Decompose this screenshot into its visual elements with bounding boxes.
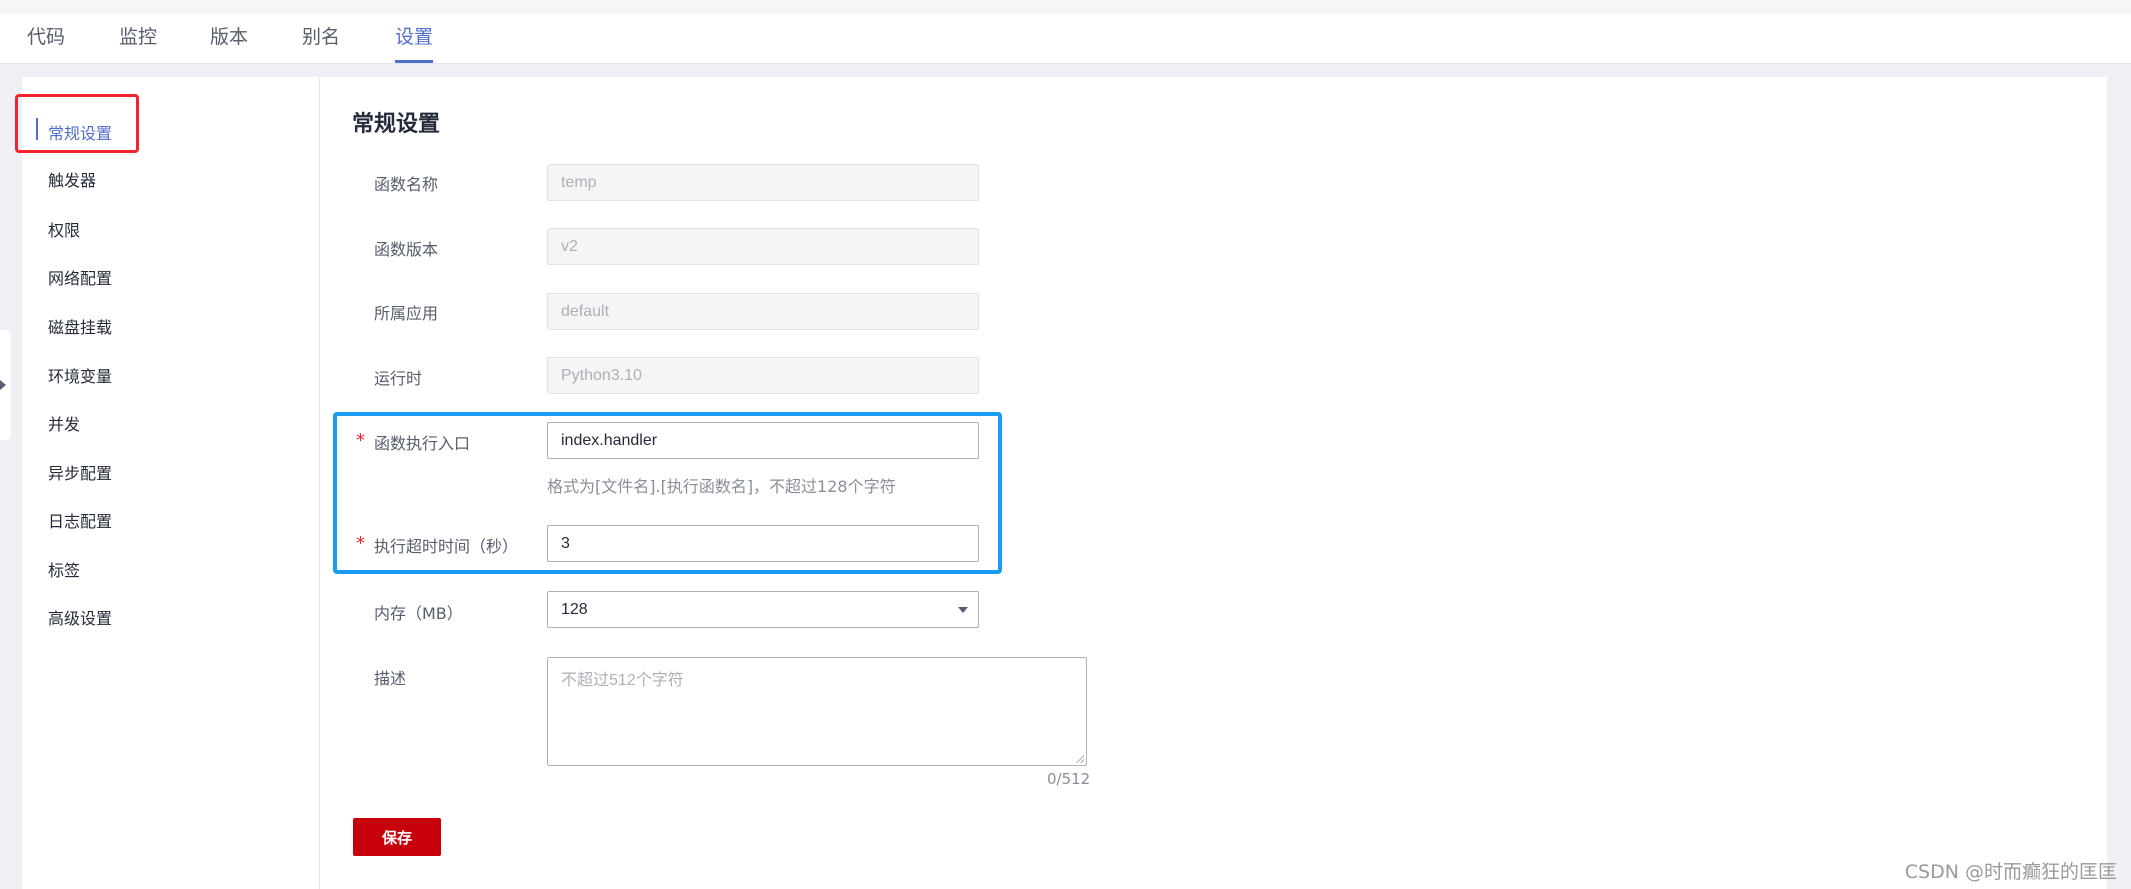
description-textarea[interactable]: 不超过512个字符 <box>547 657 1087 766</box>
resize-grip-icon[interactable] <box>1076 755 1084 763</box>
sidebar-item-permissions[interactable]: 权限 <box>48 217 80 241</box>
sidebar-item-tags[interactable]: 标签 <box>48 557 80 581</box>
sidebar-item-logging[interactable]: 日志配置 <box>48 508 112 532</box>
handler-timeout-highlight <box>333 412 1002 574</box>
runtime-label: 运行时 <box>374 369 423 388</box>
description-placeholder: 不超过512个字符 <box>561 672 684 689</box>
sidebar-item-triggers[interactable]: 触发器 <box>48 167 96 191</box>
memory-value: 128 <box>561 601 588 618</box>
sidebar-item-concurrency[interactable]: 并发 <box>48 411 80 435</box>
top-strip <box>0 0 2131 14</box>
sidebar-collapse-handle[interactable] <box>0 330 11 440</box>
sidebar-item-network[interactable]: 网络配置 <box>48 265 112 289</box>
description-char-counter: 0/512 <box>1047 770 1091 788</box>
sidebar-item-async[interactable]: 异步配置 <box>48 460 112 484</box>
function-name-label: 函数名称 <box>374 175 439 194</box>
save-button[interactable]: 保存 <box>353 818 441 856</box>
sidebar-item-advanced[interactable]: 高级设置 <box>48 605 112 629</box>
function-version-label: 函数版本 <box>374 240 439 259</box>
caret-down-icon <box>958 607 968 613</box>
tab-bar: 代码 监控 版本 别名 设置 <box>0 14 2131 64</box>
tab-version[interactable]: 版本 <box>210 22 248 63</box>
memory-select[interactable]: 128 <box>547 591 979 628</box>
runtime-input[interactable]: Python3.10 <box>547 357 979 394</box>
sidebar-item-env-vars[interactable]: 环境变量 <box>48 363 112 387</box>
application-label: 所属应用 <box>374 304 439 323</box>
memory-label: 内存（MB） <box>374 604 463 623</box>
sidebar-item-disk-mount[interactable]: 磁盘挂载 <box>48 314 112 338</box>
function-name-input[interactable]: temp <box>547 164 979 201</box>
tab-alias[interactable]: 别名 <box>302 22 340 63</box>
tab-code[interactable]: 代码 <box>27 22 65 63</box>
tab-settings[interactable]: 设置 <box>395 22 434 63</box>
settings-sidebar: 常规设置 触发器 权限 网络配置 磁盘挂载 环境变量 并发 异步配置 日志配置 … <box>22 77 320 889</box>
function-version-input[interactable]: v2 <box>547 228 979 265</box>
application-input[interactable]: default <box>547 293 979 330</box>
tab-monitor[interactable]: 监控 <box>119 22 157 63</box>
page-title: 常规设置 <box>352 112 441 137</box>
general-settings-highlight <box>15 94 139 153</box>
description-label: 描述 <box>374 669 407 688</box>
watermark: CSDN @时而癫狂的匡匡 <box>1904 861 2117 883</box>
